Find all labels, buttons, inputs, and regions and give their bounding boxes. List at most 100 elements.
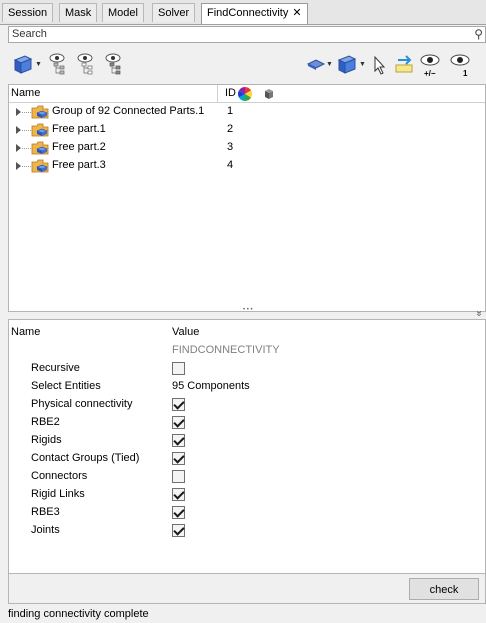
tab-label: Model — [108, 7, 138, 19]
physical-connectivity-checkbox[interactable] — [172, 398, 185, 411]
connectors-checkbox[interactable] — [172, 470, 185, 483]
toolbar: ▼ ▼ ▼ +/− 1 — [8, 46, 486, 84]
tree-connector — [22, 166, 31, 167]
tree-connector — [22, 130, 31, 131]
property-label: Rigids — [31, 434, 62, 446]
tab-mask[interactable]: Mask — [59, 3, 98, 22]
tab-session[interactable]: Session — [2, 3, 54, 22]
property-row-rigid-links: Rigid Links — [9, 486, 485, 504]
tree-connector — [22, 112, 31, 113]
folder-part-icon — [31, 159, 49, 173]
show-one-icon[interactable] — [448, 52, 472, 76]
select-entities-value[interactable]: 95 Components — [172, 380, 250, 392]
property-row-connectors: Connectors — [9, 468, 485, 486]
close-tab-icon[interactable]: ✕ — [292, 7, 301, 19]
tree-row-label: Group of 92 Connected Parts.1 — [52, 105, 205, 117]
cube-display-icon[interactable] — [336, 52, 358, 76]
contact-groups-checkbox[interactable] — [172, 452, 185, 465]
property-row-select-entities: Select Entities 95 Components — [9, 378, 485, 396]
property-panel: Name Value FINDCONNECTIVITY Recursive Se… — [8, 319, 486, 574]
material-icon[interactable] — [263, 88, 275, 100]
tab-label: Solver — [158, 7, 190, 19]
tab-model[interactable]: Model — [102, 3, 144, 22]
property-row-rbe3: RBE3 — [9, 504, 485, 522]
column-value-header: Value — [172, 326, 200, 338]
property-header: Name Value — [9, 324, 485, 340]
tab-label: Session — [8, 7, 48, 19]
property-row-rigids: Rigids — [9, 432, 485, 450]
tree-header: Name ID — [9, 85, 485, 103]
section-title: FINDCONNECTIVITY — [172, 344, 280, 356]
splitter-grip[interactable]: • • • — [243, 307, 253, 313]
tree-row[interactable]: Free part.2 3 — [9, 139, 485, 157]
check-button[interactable]: check — [409, 578, 479, 600]
rbe3-checkbox[interactable] — [172, 506, 185, 519]
entity-tree[interactable]: Name ID Group of 92 Connected Parts.1 1 — [8, 84, 486, 312]
property-label: Rigid Links — [31, 488, 85, 500]
expand-arrow-icon[interactable] — [16, 162, 21, 170]
property-label: Joints — [31, 524, 60, 536]
joints-checkbox[interactable] — [172, 524, 185, 537]
column-name-header: Name — [11, 326, 41, 338]
tab-label: Mask — [65, 7, 92, 19]
column-name-header[interactable]: Name — [11, 87, 40, 99]
tab-solver[interactable]: Solver — [152, 3, 196, 22]
show-tree-icon[interactable] — [48, 52, 72, 76]
tab-label: FindConnectivity — [207, 7, 289, 19]
tree-connector — [22, 148, 31, 149]
tree-row-id: 3 — [227, 141, 234, 153]
tree-row[interactable]: Free part.3 4 — [9, 157, 485, 175]
cursor-pointer-icon[interactable] — [370, 52, 388, 76]
search-icon[interactable]: ⚲ — [474, 27, 483, 41]
chevron-down-icon[interactable]: ▼ — [326, 61, 333, 68]
tree-row[interactable]: Free part.1 2 — [9, 121, 485, 139]
property-label: Physical connectivity — [31, 398, 133, 410]
property-label: Recursive — [31, 362, 80, 374]
cube-select-icon[interactable] — [12, 52, 34, 76]
chevron-down-icon[interactable]: ▼ — [35, 61, 42, 68]
show-children-icon[interactable] — [76, 52, 100, 76]
panel-splitter[interactable]: • • • » — [8, 307, 486, 319]
surface-display-icon[interactable] — [306, 52, 326, 76]
isolate-icon[interactable] — [392, 52, 416, 76]
collapse-panel-icon[interactable]: » — [473, 311, 484, 317]
column-id-header[interactable]: ID — [225, 87, 236, 99]
tree-row-label: Free part.1 — [52, 123, 106, 135]
section-header: FINDCONNECTIVITY — [9, 342, 485, 360]
property-row-recursive: Recursive — [9, 360, 485, 378]
action-bar: check — [8, 574, 486, 604]
recursive-checkbox[interactable] — [172, 362, 185, 375]
rigids-checkbox[interactable] — [172, 434, 185, 447]
tree-row-id: 1 — [227, 105, 234, 117]
folder-part-icon — [31, 141, 49, 155]
one-label: 1 — [463, 69, 468, 78]
plus-minus-label: +/− — [424, 69, 436, 78]
folder-part-icon — [31, 123, 49, 137]
expand-arrow-icon[interactable] — [16, 126, 21, 134]
tab-findconnectivity[interactable]: FindConnectivity ✕ — [201, 3, 308, 24]
property-label: RBE3 — [31, 506, 60, 518]
property-row-physical-connectivity: Physical connectivity — [9, 396, 485, 414]
property-label: Select Entities — [31, 380, 101, 392]
property-row-joints: Joints — [9, 522, 485, 540]
rbe2-checkbox[interactable] — [172, 416, 185, 429]
property-label: Contact Groups (Tied) — [31, 452, 140, 464]
color-wheel-icon[interactable] — [238, 87, 252, 101]
expand-arrow-icon[interactable] — [16, 144, 21, 152]
show-parents-icon[interactable] — [104, 52, 128, 76]
property-label: RBE2 — [31, 416, 60, 428]
tree-row-id: 4 — [227, 159, 234, 171]
expand-arrow-icon[interactable] — [16, 108, 21, 116]
property-row-rbe2: RBE2 — [9, 414, 485, 432]
tree-row[interactable]: Group of 92 Connected Parts.1 1 — [9, 103, 485, 121]
folder-part-icon — [31, 105, 49, 119]
rigid-links-checkbox[interactable] — [172, 488, 185, 501]
tree-row-label: Free part.3 — [52, 159, 106, 171]
property-label: Connectors — [31, 470, 88, 482]
tree-row-id: 2 — [227, 123, 234, 135]
tree-row-label: Free part.2 — [52, 141, 106, 153]
search-box: ⚲ — [8, 26, 486, 43]
chevron-down-icon[interactable]: ▼ — [359, 61, 366, 68]
property-row-contact-groups: Contact Groups (Tied) — [9, 450, 485, 468]
search-input[interactable] — [9, 27, 452, 41]
